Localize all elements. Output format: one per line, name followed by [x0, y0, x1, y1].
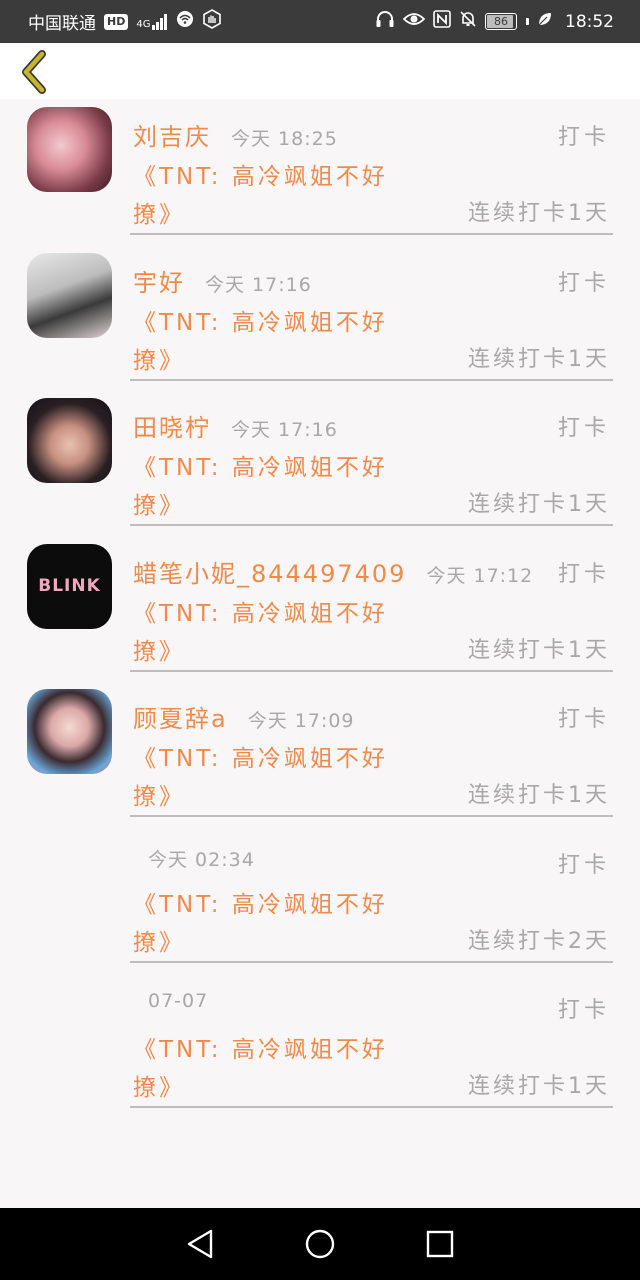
- divider: [130, 960, 613, 963]
- book-title[interactable]: 《TNT: 高冷飒姐不好: [133, 157, 388, 191]
- meta-line: 刘吉庆 今天 18:25: [133, 117, 338, 151]
- book-title-cont[interactable]: 撩》: [133, 486, 185, 520]
- checkin-time: 今天 17:16: [231, 419, 338, 441]
- book-title-cont[interactable]: 撩》: [133, 195, 185, 229]
- book-title-cont[interactable]: 撩》: [133, 923, 185, 957]
- back-triangle-icon: [187, 1229, 213, 1259]
- divider: [130, 815, 613, 817]
- checkin-label: 打卡: [557, 852, 610, 878]
- checkin-time: 今天 17:09: [247, 710, 355, 732]
- nfc-icon: [433, 10, 451, 33]
- user-name[interactable]: 刘吉庆: [133, 117, 211, 152]
- meta-line: 蜡笔小妮_844497409 今天 17:12: [133, 554, 533, 588]
- avatar[interactable]: [27, 689, 112, 774]
- checkin-time: 今天 02:34: [148, 848, 255, 871]
- list-item[interactable]: 今天 02:34 打卡 《TNT: 高冷飒姐不好 撩》 连续打卡2天: [0, 827, 640, 973]
- battery-cap: [526, 18, 529, 25]
- avatar[interactable]: [27, 107, 112, 192]
- divider: [130, 233, 613, 235]
- streak-label: 连续打卡1天: [468, 201, 610, 226]
- status-right: 86 18:52: [375, 10, 614, 33]
- meta-line: 宇好 今天 17:16: [133, 263, 312, 297]
- avatar[interactable]: [27, 252, 112, 338]
- nav-home-button[interactable]: [300, 1224, 340, 1264]
- list-item[interactable]: 刘吉庆 今天 18:25 打卡 《TNT: 高冷飒姐不好 撩》 连续打卡1天: [0, 99, 640, 245]
- leaf-icon: [537, 11, 553, 32]
- hand-icon: [202, 9, 222, 34]
- checkin-time: 今天 17:12: [426, 564, 534, 587]
- system-nav-bar: [0, 1208, 640, 1280]
- mute-bell-icon: [459, 10, 477, 33]
- list-item[interactable]: 田晓柠 今天 17:16 打卡 《TNT: 高冷飒姐不好 撩》 连续打卡1天: [0, 390, 640, 536]
- book-title-cont[interactable]: 撩》: [133, 341, 185, 375]
- divider: [130, 378, 613, 381]
- battery-level: 86: [494, 14, 508, 28]
- book-title[interactable]: 《TNT: 高冷飒姐不好: [133, 448, 388, 482]
- divider: [130, 1106, 613, 1108]
- divider: [130, 669, 613, 672]
- avatar-text: BLINK: [38, 576, 101, 596]
- user-name[interactable]: 宇好: [133, 263, 185, 298]
- list-item[interactable]: BLINK 蜡笔小妮_844497409 今天 17:12 打卡 《TNT: 高…: [0, 536, 640, 682]
- nav-recents-button[interactable]: [420, 1224, 460, 1264]
- user-name[interactable]: 田晓柠: [133, 408, 211, 443]
- status-bar: 中国联通 HD 4G 86 18:52: [0, 0, 640, 43]
- carrier-label: 中国联通: [28, 14, 96, 34]
- eye-icon: [402, 11, 426, 32]
- battery-icon: 86: [485, 13, 517, 30]
- book-title[interactable]: 《TNT: 高冷飒姐不好: [133, 739, 388, 773]
- status-time: 18:52: [565, 11, 614, 32]
- checkin-list: 刘吉庆 今天 18:25 打卡 《TNT: 高冷飒姐不好 撩》 连续打卡1天 宇…: [0, 99, 640, 1118]
- meta-line: 顾夏辞a 今天 17:09: [133, 699, 355, 733]
- checkin-time: 07-07: [148, 990, 209, 1012]
- divider: [130, 524, 613, 526]
- recents-square-icon: [426, 1230, 454, 1258]
- chevron-left-icon: [22, 50, 46, 94]
- network-label: 4G: [136, 18, 151, 30]
- book-title[interactable]: 《TNT: 高冷飒姐不好: [133, 1030, 388, 1064]
- meta-line: 田晓柠 今天 17:16: [133, 408, 338, 442]
- checkin-label: 打卡: [557, 561, 610, 587]
- meta-line: 今天 02:34: [148, 845, 255, 879]
- list-item[interactable]: 顾夏辞a 今天 17:09 打卡 《TNT: 高冷飒姐不好 撩》 连续打卡1天: [0, 681, 640, 827]
- header: [0, 43, 640, 99]
- streak-label: 连续打卡1天: [468, 346, 610, 372]
- book-title-cont[interactable]: 撩》: [133, 632, 185, 666]
- meta-line: 07-07: [148, 990, 208, 1024]
- checkin-label: 打卡: [557, 270, 610, 296]
- status-left: 中国联通 HD 4G: [28, 9, 222, 34]
- list-item[interactable]: 07-07 打卡 《TNT: 高冷飒姐不好 撩》 连续打卡1天: [0, 972, 640, 1118]
- book-title[interactable]: 《TNT: 高冷飒姐不好: [133, 885, 388, 919]
- user-name[interactable]: 蜡笔小妮_844497409: [133, 554, 406, 589]
- checkin-label: 打卡: [557, 416, 610, 441]
- back-button[interactable]: [14, 49, 54, 95]
- checkin-time: 今天 18:25: [231, 128, 338, 150]
- book-title-cont[interactable]: 撩》: [133, 1068, 185, 1102]
- streak-label: 连续打卡1天: [468, 492, 610, 517]
- streak-label: 连续打卡1天: [468, 637, 610, 663]
- book-title[interactable]: 《TNT: 高冷飒姐不好: [133, 594, 388, 628]
- book-title[interactable]: 《TNT: 高冷飒姐不好: [133, 303, 388, 337]
- checkin-label: 打卡: [557, 707, 610, 732]
- headphones-icon: [375, 10, 395, 33]
- signal-icon: 4G: [136, 13, 168, 30]
- streak-label: 连续打卡2天: [468, 928, 610, 954]
- avatar[interactable]: BLINK: [27, 543, 112, 629]
- home-circle-icon: [305, 1229, 335, 1259]
- hd-badge: HD: [104, 13, 129, 30]
- checkin-label: 打卡: [557, 125, 610, 150]
- nav-back-button[interactable]: [180, 1224, 220, 1264]
- user-name[interactable]: 顾夏辞a: [133, 699, 228, 734]
- checkin-label: 打卡: [557, 998, 610, 1023]
- streak-label: 连续打卡1天: [468, 1074, 610, 1099]
- book-title-cont[interactable]: 撩》: [133, 777, 185, 811]
- checkin-time: 今天 17:16: [205, 273, 312, 296]
- list-item[interactable]: 宇好 今天 17:16 打卡 《TNT: 高冷飒姐不好 撩》 连续打卡1天: [0, 245, 640, 391]
- streak-label: 连续打卡1天: [468, 783, 610, 808]
- wifi-icon: [176, 10, 194, 33]
- avatar[interactable]: [27, 398, 112, 483]
